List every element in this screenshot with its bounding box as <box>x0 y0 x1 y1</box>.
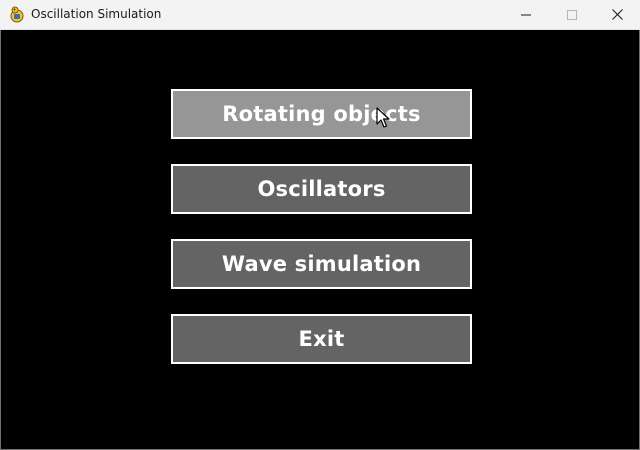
app-icon <box>9 6 25 23</box>
maximize-button[interactable] <box>549 0 595 29</box>
minimize-button[interactable] <box>503 0 549 29</box>
simulation-canvas: Rotating objects Oscillators Wave simula… <box>1 30 639 449</box>
window-title: Oscillation Simulation <box>31 7 162 21</box>
close-button[interactable] <box>594 0 640 29</box>
title-bar[interactable]: Oscillation Simulation <box>0 0 640 30</box>
rotating-objects-button[interactable]: Rotating objects <box>171 89 472 139</box>
maximize-icon <box>567 5 577 24</box>
minimize-icon <box>521 5 531 24</box>
oscillators-button[interactable]: Oscillators <box>171 164 472 214</box>
wave-simulation-button[interactable]: Wave simulation <box>171 239 472 289</box>
close-icon <box>611 5 623 24</box>
exit-button[interactable]: Exit <box>171 314 472 364</box>
